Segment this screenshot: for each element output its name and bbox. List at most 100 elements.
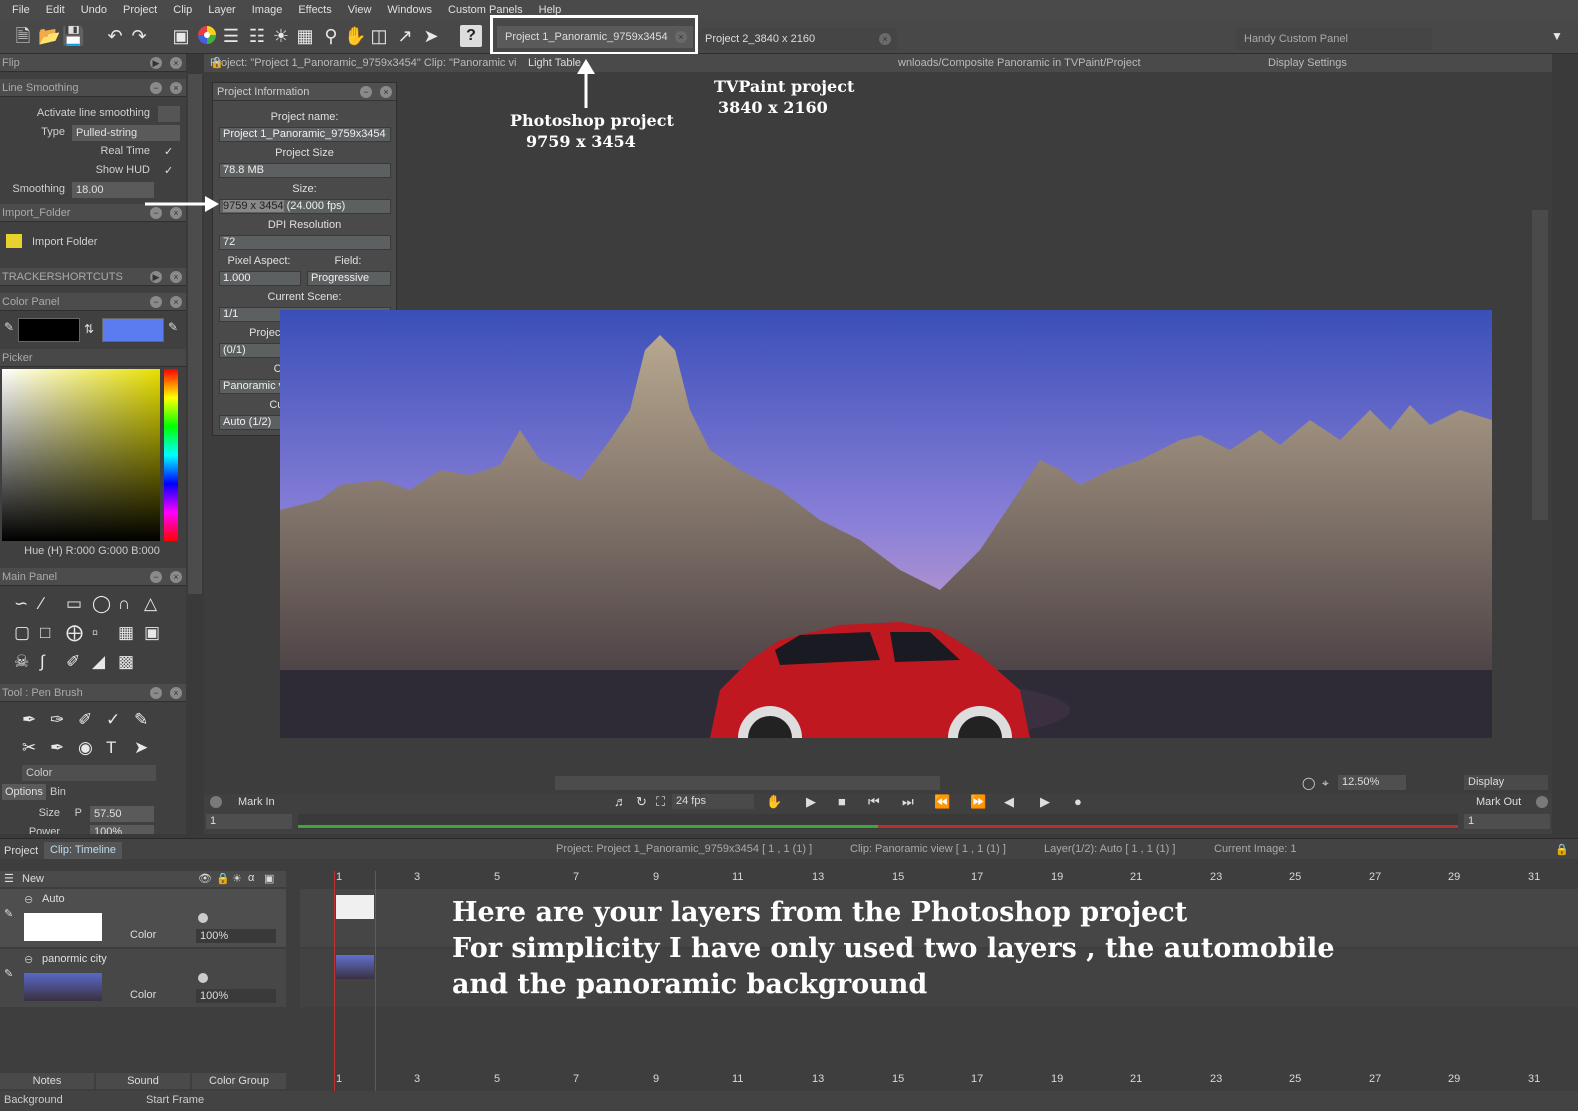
- warp-icon[interactable]: ∫: [40, 652, 66, 681]
- lock-icon[interactable]: 🔒: [1555, 843, 1569, 856]
- menu-undo[interactable]: Undo: [81, 4, 107, 16]
- frame-ruler[interactable]: 1 3 5 7 9 11 13 15 17 19 21 23 25 27 29 …: [330, 871, 1550, 887]
- marker-icon[interactable]: ✐: [78, 710, 106, 738]
- chevron-down-icon[interactable]: ▼: [1546, 25, 1568, 47]
- grid-icon[interactable]: ▣: [264, 872, 274, 885]
- bottom-frame-ruler[interactable]: 1 3 5 7 9 11 13 15 17 19 21 23 25 27 29 …: [330, 1073, 1550, 1089]
- layer-visible-dot[interactable]: [198, 913, 208, 923]
- layers-stack-icon[interactable]: ☰: [220, 25, 242, 47]
- play-icon[interactable]: ▶: [150, 271, 162, 283]
- fit-view-icon[interactable]: ◯: [1302, 776, 1315, 790]
- save-icon[interactable]: 💾: [62, 25, 84, 47]
- menu-effects[interactable]: Effects: [298, 4, 331, 16]
- layer-row-auto[interactable]: ✎ ⊖ Auto Color 100%: [0, 889, 286, 947]
- sound-icon[interactable]: ♬: [614, 794, 627, 809]
- pen-brush-icon[interactable]: ✒: [22, 710, 50, 738]
- line-smoothing-header[interactable]: Line Smoothing − ×: [0, 79, 186, 97]
- canvas-panorama[interactable]: [280, 310, 1492, 738]
- mark-out-button[interactable]: [1536, 796, 1548, 808]
- fill-icon[interactable]: ◢: [92, 652, 118, 681]
- project-info-header[interactable]: Project Information − ×: [213, 83, 396, 101]
- mark-in-field[interactable]: 1: [206, 814, 292, 829]
- curve-icon[interactable]: ∩: [118, 594, 144, 623]
- picker-header[interactable]: Picker: [0, 349, 186, 367]
- eyedropper-icon[interactable]: ✎: [168, 320, 178, 334]
- size-value[interactable]: 57.50: [90, 806, 154, 822]
- new-layer-select[interactable]: New: [22, 873, 44, 885]
- circle-icon[interactable]: ◯: [92, 594, 118, 623]
- redo-icon[interactable]: ↷: [128, 25, 150, 47]
- puppet-icon[interactable]: ✋: [344, 25, 366, 47]
- play-icon[interactable]: ▶: [150, 57, 162, 69]
- graph-icon[interactable]: ↗: [394, 25, 416, 47]
- fullscreen-icon[interactable]: ⛶: [656, 794, 665, 810]
- previous-frame-icon[interactable]: ◀: [1004, 794, 1014, 810]
- main-panel-header[interactable]: Main Panel − ×: [0, 568, 186, 586]
- color-picker-square[interactable]: [2, 369, 160, 541]
- menu-layer[interactable]: Layer: [208, 4, 236, 16]
- scissors-icon[interactable]: ✂: [22, 738, 50, 766]
- crop-icon[interactable]: ▦: [118, 623, 144, 652]
- start-frame-select[interactable]: Start Frame: [146, 1094, 204, 1106]
- menu-image[interactable]: Image: [252, 4, 283, 16]
- tab-clip-timeline[interactable]: Clip: Timeline: [44, 842, 123, 859]
- tab-sound[interactable]: Sound: [96, 1073, 190, 1089]
- tab-color-group[interactable]: Color Group: [192, 1073, 286, 1089]
- smudge-icon[interactable]: ➤: [134, 738, 162, 766]
- tab-notes[interactable]: Notes: [0, 1073, 94, 1089]
- import-folder-button[interactable]: Import Folder: [32, 236, 97, 248]
- layer-visible-dot[interactable]: [198, 973, 208, 983]
- eyedropper-icon[interactable]: ✎: [4, 320, 14, 334]
- toolbox-icon[interactable]: ▣: [170, 25, 192, 47]
- layer-mode[interactable]: Color: [130, 989, 156, 1001]
- mark-out-field[interactable]: 1: [1464, 814, 1550, 829]
- close-icon[interactable]: ×: [170, 571, 182, 583]
- background-select[interactable]: Background: [4, 1094, 63, 1106]
- canvas-horizontal-scrollbar[interactable]: [555, 776, 940, 790]
- color-wheel-icon[interactable]: [196, 25, 218, 47]
- next-frame-icon[interactable]: ▶: [1040, 794, 1050, 810]
- show-hud-checkbox[interactable]: ✓: [164, 164, 173, 177]
- pen-icon[interactable]: ✐: [66, 652, 92, 681]
- color-panel-header[interactable]: Color Panel − ×: [0, 293, 186, 311]
- menu-file[interactable]: File: [12, 4, 30, 16]
- tab-display-settings[interactable]: Display Settings: [1268, 54, 1347, 72]
- help-icon[interactable]: ?: [460, 25, 482, 47]
- layer-mode[interactable]: Color: [130, 929, 156, 941]
- paper-plane-icon[interactable]: ➤: [420, 25, 442, 47]
- menu-clip[interactable]: Clip: [173, 4, 192, 16]
- play-icon[interactable]: ▶: [806, 794, 816, 810]
- trackers-header[interactable]: TRACKERSHORTCUTS ▶ ×: [0, 268, 186, 286]
- activate-smoothing-checkbox[interactable]: [158, 106, 180, 122]
- swap-colors-icon[interactable]: ⇅: [84, 322, 94, 336]
- tab-options[interactable]: Options: [2, 784, 46, 800]
- fps-select[interactable]: 24 fps: [672, 794, 754, 809]
- close-icon[interactable]: ×: [380, 86, 392, 98]
- selection-icon[interactable]: ▢: [14, 623, 40, 652]
- mark-in-button[interactable]: [210, 796, 222, 808]
- layer-opacity[interactable]: 100%: [196, 989, 276, 1003]
- collapse-icon[interactable]: −: [150, 687, 162, 699]
- new-file-icon[interactable]: 🗎: [12, 25, 34, 47]
- layer-row-panoramic-city[interactable]: ✎ ⊖ panormic city Color 100%: [0, 949, 286, 1007]
- close-icon[interactable]: ×: [170, 82, 182, 94]
- rectangle-icon[interactable]: ▭: [66, 594, 92, 623]
- menu-project[interactable]: Project: [123, 4, 157, 16]
- lock-icon[interactable]: 🔒: [216, 872, 230, 885]
- light-icon[interactable]: ☀: [232, 872, 242, 885]
- real-time-checkbox[interactable]: ✓: [164, 145, 173, 158]
- hue-slider[interactable]: [164, 369, 178, 541]
- collapse-icon[interactable]: −: [360, 86, 372, 98]
- type-select[interactable]: Pulled-string: [72, 125, 180, 141]
- film-strip-icon[interactable]: ▦: [294, 25, 316, 47]
- lightbulb-icon[interactable]: ☀: [270, 25, 292, 47]
- layer-name[interactable]: Auto: [42, 893, 65, 905]
- text-tool-icon[interactable]: T: [106, 738, 134, 766]
- close-icon[interactable]: ×: [170, 271, 182, 283]
- line-icon[interactable]: ∕: [40, 594, 66, 623]
- menu-edit[interactable]: Edit: [46, 4, 65, 16]
- camera-icon[interactable]: ▣: [144, 623, 170, 652]
- eraser-icon[interactable]: △: [144, 594, 170, 623]
- collapse-icon[interactable]: −: [150, 571, 162, 583]
- zoom-field[interactable]: 12.50%: [1338, 775, 1406, 790]
